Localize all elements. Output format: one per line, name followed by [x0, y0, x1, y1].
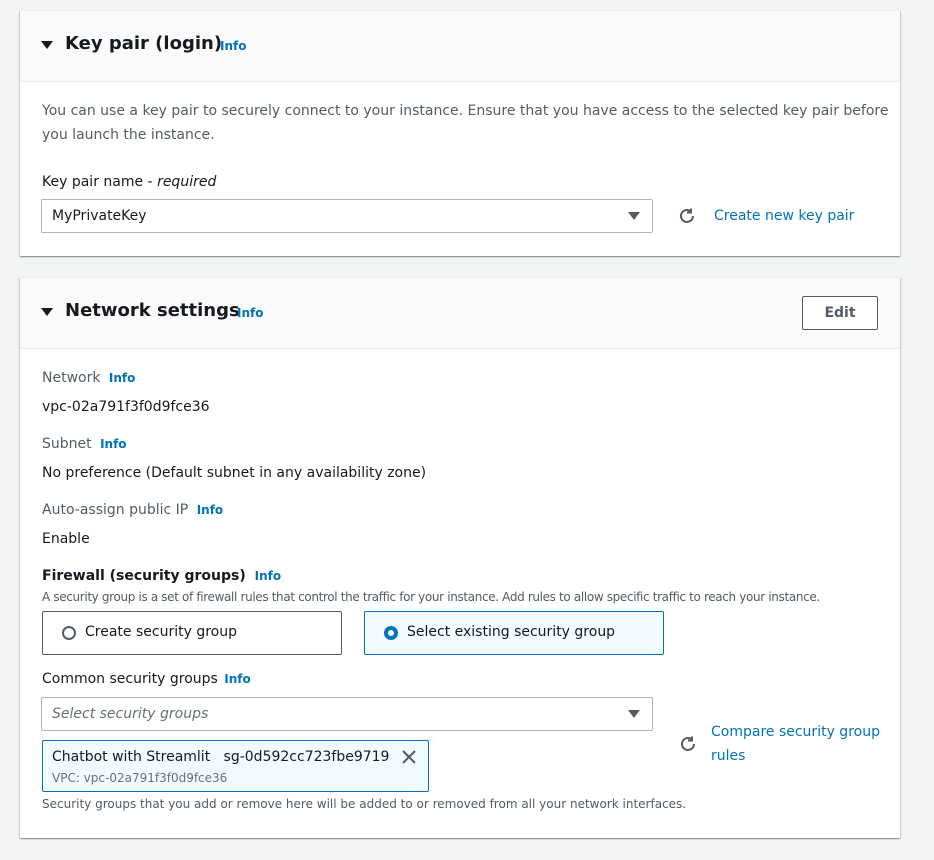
create-security-group-option[interactable]: Create security group — [42, 611, 342, 655]
network-label-text: Network — [42, 370, 101, 386]
subnet-label-text: Subnet — [42, 436, 92, 452]
network-info-link[interactable]: Info — [109, 371, 135, 385]
dropdown-triangle-icon — [628, 710, 640, 718]
subnet-info-link[interactable]: Info — [100, 437, 126, 451]
caret-down-icon[interactable] — [41, 41, 53, 49]
security-group-token: Chatbot with Streamlit sg-0d592cc723fbe9… — [42, 740, 429, 792]
refresh-icon[interactable] — [679, 735, 697, 753]
public-ip-label-text: Auto-assign public IP — [42, 502, 189, 518]
caret-down-icon[interactable] — [41, 308, 53, 316]
compare-security-group-rules-link-line2[interactable]: rules — [711, 748, 745, 764]
key-pair-panel: Key pair (login) Info You can use a key … — [20, 10, 900, 256]
security-groups-placeholder: Select security groups — [52, 706, 209, 722]
network-settings-info-link[interactable]: Info — [237, 306, 263, 320]
create-key-pair-link[interactable]: Create new key pair — [714, 208, 854, 224]
token-name: Chatbot with Streamlit — [52, 749, 211, 765]
key-pair-description-line2: you launch the instance. — [42, 127, 215, 143]
dropdown-triangle-icon — [628, 212, 640, 220]
public-ip-label: Auto-assign public IP Info — [42, 502, 223, 518]
compare-security-group-rules-link-line1[interactable]: Compare security group — [711, 724, 880, 740]
radio-icon[interactable] — [62, 626, 76, 640]
key-pair-description-line1: You can use a key pair to securely conne… — [42, 103, 889, 119]
key-pair-header: Key pair (login) Info — [20, 11, 900, 82]
token-id: sg-0d592cc723fbe9719 — [223, 749, 390, 765]
firewall-label-text: Firewall (security groups) — [42, 568, 246, 584]
token-vpc: VPC: vpc-02a791f3f0d9fce36 — [52, 771, 228, 785]
close-icon[interactable] — [401, 749, 417, 765]
firewall-info-link[interactable]: Info — [255, 569, 281, 583]
network-label: Network Info — [42, 370, 135, 386]
public-ip-value: Enable — [42, 531, 90, 547]
key-pair-name-label: Key pair name - required — [42, 174, 216, 190]
common-security-groups-info-link[interactable]: Info — [224, 672, 250, 686]
firewall-description: A security group is a set of firewall ru… — [42, 590, 820, 604]
network-settings-header: Network settings Info Edit — [20, 278, 900, 349]
subnet-value: No preference (Default subnet in any ava… — [42, 465, 427, 481]
token-group-name: Chatbot with Streamlit sg-0d592cc723fbe9… — [52, 749, 389, 765]
common-security-groups-label-text: Common security groups — [42, 671, 218, 687]
radio-icon[interactable] — [384, 626, 398, 640]
create-security-group-label: Create security group — [85, 624, 237, 640]
select-existing-security-group-option[interactable]: Select existing security group — [364, 611, 664, 655]
security-groups-footer-note: Security groups that you add or remove h… — [42, 797, 687, 811]
key-pair-selected-value: MyPrivateKey — [52, 208, 147, 224]
public-ip-info-link[interactable]: Info — [197, 503, 223, 517]
refresh-icon[interactable] — [678, 207, 696, 225]
key-pair-info-link[interactable]: Info — [220, 39, 246, 53]
key-pair-name-label-text: Key pair name - — [42, 174, 158, 190]
subnet-label: Subnet Info — [42, 436, 127, 452]
edit-button[interactable]: Edit — [802, 296, 878, 330]
network-settings-title: Network settings — [65, 300, 240, 321]
key-pair-title: Key pair (login) — [65, 33, 223, 54]
security-groups-select[interactable]: Select security groups — [41, 697, 653, 731]
network-value: vpc-02a791f3f0d9fce36 — [42, 399, 210, 415]
network-settings-panel: Network settings Info Edit Network Info … — [20, 277, 900, 838]
select-existing-security-group-label: Select existing security group — [407, 624, 616, 640]
common-security-groups-label: Common security groups Info — [42, 671, 251, 687]
required-marker: required — [157, 174, 217, 190]
key-pair-select[interactable]: MyPrivateKey — [41, 199, 653, 233]
firewall-label: Firewall (security groups) Info — [42, 568, 281, 584]
